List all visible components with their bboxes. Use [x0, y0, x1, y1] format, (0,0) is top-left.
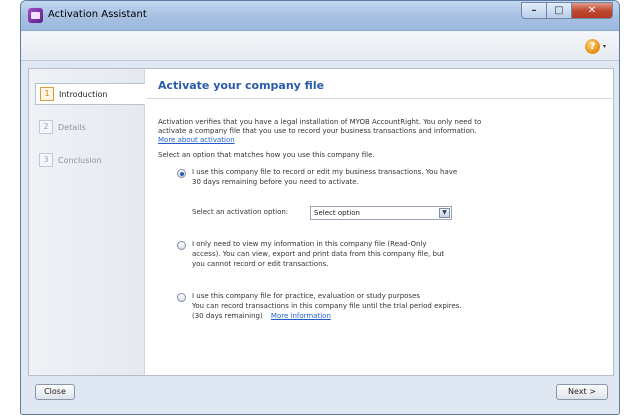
myob-app-icon [28, 8, 43, 23]
step-content: Activate your company file Activation ve… [146, 69, 613, 375]
wizard-body: 1 Introduction 2 Details 3 Conclusion Ac… [28, 68, 614, 376]
maximize-button[interactable]: □ [546, 2, 572, 19]
step-number: 3 [39, 153, 53, 167]
page-title: Activate your company file [158, 79, 325, 92]
window-controls: – □ ✕ [521, 2, 613, 19]
option-read-only-radio[interactable] [177, 241, 186, 250]
option-record-edit-radio[interactable] [177, 169, 186, 178]
close-window-button[interactable]: ✕ [571, 2, 613, 19]
activation-assistant-window: Activation Assistant – □ ✕ ? ▾ 1 Introdu… [20, 0, 620, 415]
step-label: Conclusion [58, 155, 102, 165]
select-prompt: Select an option that matches how you us… [158, 151, 375, 159]
chevron-down-icon: ▾ [603, 42, 607, 50]
option-read-only-line-2: access). You can view, export and print … [192, 250, 445, 258]
step-label: Introduction [59, 89, 108, 99]
activation-option-label: Select an activation option: [192, 208, 289, 216]
option-record-edit-line-2: 30 days remaining before you need to act… [192, 178, 359, 186]
title-bar[interactable]: Activation Assistant – □ ✕ [21, 1, 619, 31]
help-icon: ? [585, 38, 600, 54]
activation-option-value: Select option [314, 209, 360, 217]
step-navigation: 1 Introduction 2 Details 3 Conclusion [29, 69, 145, 375]
title-divider [146, 98, 613, 99]
step-number: 1 [40, 87, 54, 101]
activation-option-select[interactable]: Select option ▼ [310, 206, 452, 220]
option-read-only-line-3: you cannot record or edit transactions. [192, 260, 329, 268]
step-conclusion: 3 Conclusion [35, 149, 139, 171]
option-practice-line-1: I use this company file for practice, ev… [192, 292, 421, 300]
next-button[interactable]: Next > [556, 384, 608, 400]
step-introduction[interactable]: 1 Introduction [35, 83, 145, 105]
trial-days-remaining: (30 days remaining) [192, 312, 263, 320]
window-title: Activation Assistant [48, 9, 147, 20]
more-information-link[interactable]: More information [271, 312, 331, 320]
step-label: Details [58, 122, 86, 132]
help-menu-button[interactable]: ? ▾ [585, 37, 611, 55]
more-about-activation-link[interactable]: More about activation [158, 135, 235, 145]
step-details: 2 Details [35, 116, 139, 138]
option-record-edit-line-1: I use this company file to record or edi… [192, 168, 458, 176]
close-button[interactable]: Close [35, 384, 75, 400]
option-read-only-line-1: I only need to view my information in th… [192, 240, 427, 248]
option-practice-line-2: You can record transactions in this comp… [192, 302, 462, 310]
option-practice-radio[interactable] [177, 293, 186, 302]
minimize-button[interactable]: – [521, 2, 547, 19]
step-number: 2 [39, 120, 53, 134]
toolbar: ? ▾ [21, 31, 619, 61]
option-practice-line-3: (30 days remaining) More information [192, 312, 331, 322]
dropdown-arrow-icon[interactable]: ▼ [439, 208, 450, 218]
